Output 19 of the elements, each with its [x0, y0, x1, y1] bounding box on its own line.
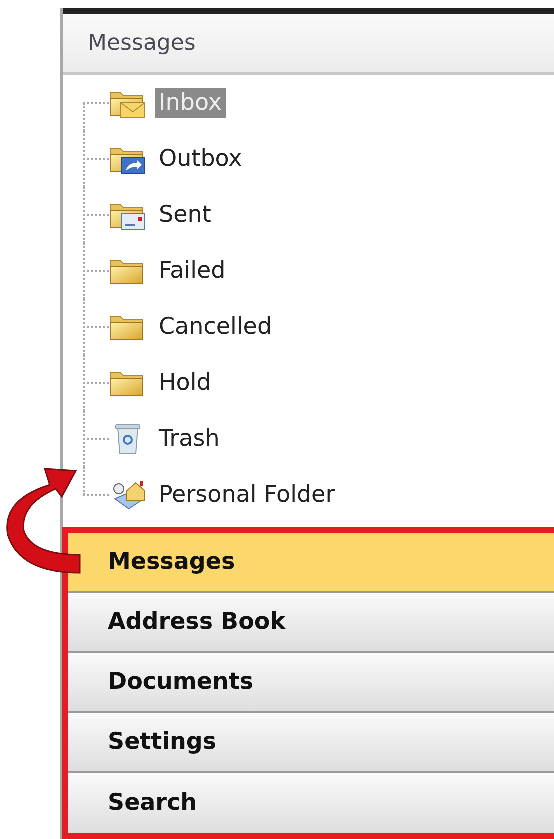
folder-item[interactable]: Personal Folder [155, 480, 340, 510]
folder-item[interactable]: Outbox [155, 144, 246, 174]
folder-item[interactable]: Trash [155, 424, 224, 454]
folder-item[interactable]: Failed [155, 256, 230, 286]
navigation-button[interactable]: Address Book [68, 593, 554, 653]
navigation-button[interactable]: Search [68, 773, 554, 833]
tree-connector [83, 187, 109, 243]
tree-connector [83, 411, 109, 467]
tree-connector [83, 299, 109, 355]
tree-connector [83, 355, 109, 411]
navigation-button[interactable]: Documents [68, 653, 554, 713]
folder-item[interactable]: Hold [155, 368, 216, 398]
navigation-button[interactable]: Settings [68, 713, 554, 773]
navigation-button[interactable]: Messages [68, 533, 554, 593]
panel-title: Messages [63, 14, 554, 75]
tree-connector [83, 243, 109, 299]
folder-item[interactable]: Cancelled [155, 312, 276, 342]
folder-item[interactable]: Sent [155, 200, 216, 230]
tree-connector [83, 131, 109, 187]
